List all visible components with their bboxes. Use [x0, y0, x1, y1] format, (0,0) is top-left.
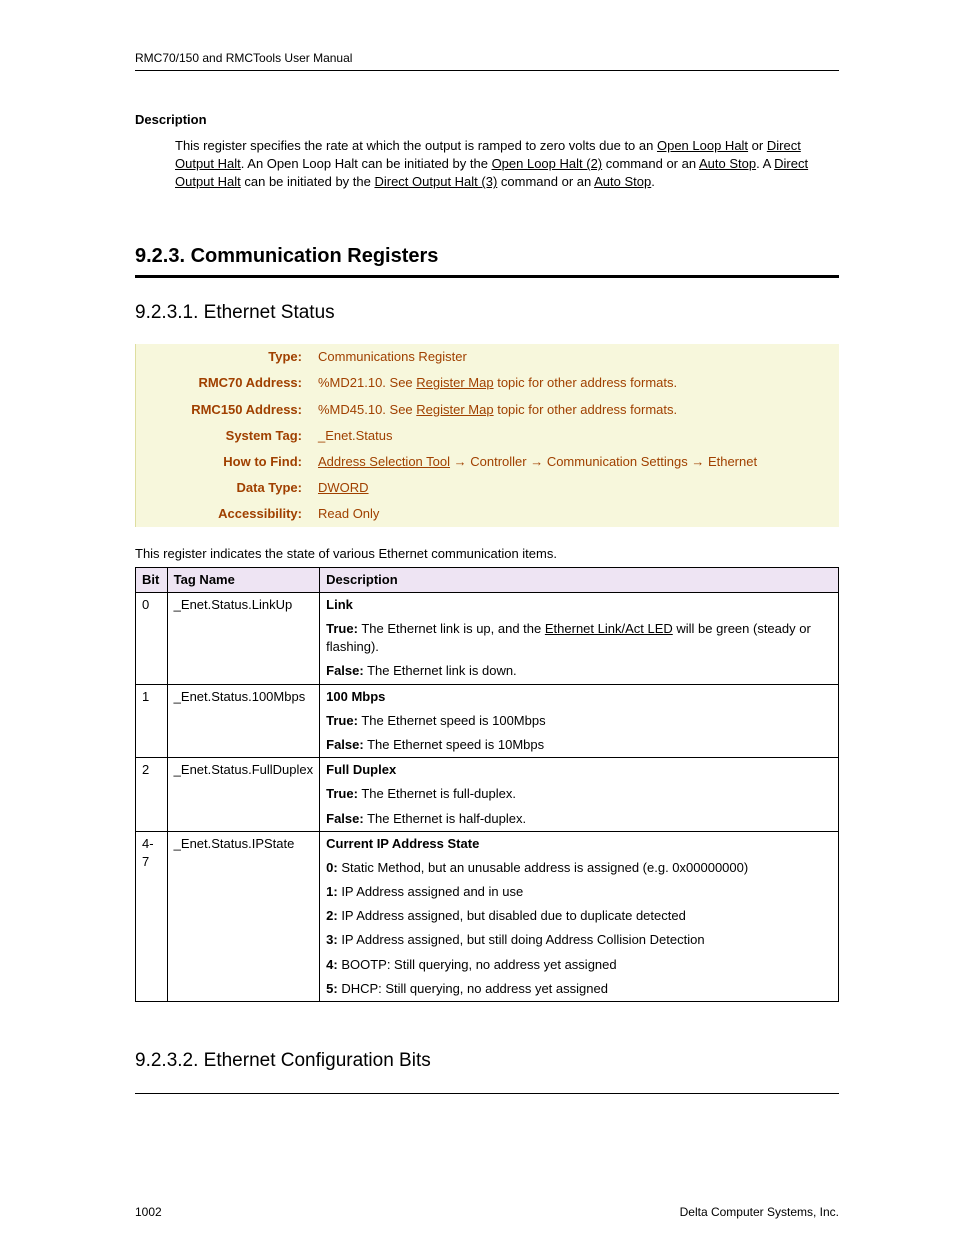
text: command or an — [497, 174, 594, 189]
text: The Ethernet link is down. — [364, 663, 517, 678]
system-tag-label: System Tag: — [136, 423, 313, 449]
text: IP Address assigned, but disabled due to… — [338, 908, 686, 923]
th-bit: Bit — [136, 567, 168, 592]
subsection-heading-2: 9.2.3.2. Ethernet Configuration Bits — [135, 1048, 839, 1075]
true-label: True: — [326, 621, 358, 636]
rmc150-address-label: RMC150 Address: — [136, 397, 313, 423]
text: or — [748, 138, 767, 153]
footer-rule — [135, 1093, 839, 1094]
type-label: Type: — [136, 344, 313, 370]
ethernet-led-link[interactable]: Ethernet Link/Act LED — [545, 621, 673, 636]
dword-link[interactable]: DWORD — [318, 480, 369, 495]
bit-cell: 4-7 — [136, 831, 168, 1001]
text: The Ethernet link is up, and the — [358, 621, 545, 636]
rmc70-address-label: RMC70 Address: — [136, 370, 313, 396]
text: . A — [756, 156, 774, 171]
description-heading: Description — [135, 111, 839, 129]
true-label: True: — [326, 713, 358, 728]
text: %MD21.10. See — [318, 375, 416, 390]
bit-cell: 1 — [136, 684, 168, 758]
table-row: 4-7 _Enet.Status.IPState Current IP Addr… — [136, 831, 839, 1001]
tag-cell: _Enet.Status.IPState — [167, 831, 319, 1001]
text: The Ethernet speed is 10Mbps — [364, 737, 544, 752]
bit-table: Bit Tag Name Description 0 _Enet.Status.… — [135, 567, 839, 1002]
subsection-heading-1: 9.2.3.1. Ethernet Status — [135, 300, 839, 327]
th-tag: Tag Name — [167, 567, 319, 592]
text: BOOTP: Still querying, no address yet as… — [338, 957, 617, 972]
row-title: Full Duplex — [326, 762, 396, 777]
how-to-find-value: Address Selection Tool → Controller → Co… — [312, 449, 839, 475]
desc-cell: Full Duplex True: The Ethernet is full-d… — [320, 758, 839, 832]
table-row: 0 _Enet.Status.LinkUp Link True: The Eth… — [136, 592, 839, 684]
register-map-link[interactable]: Register Map — [416, 375, 493, 390]
state-5-label: 5: — [326, 981, 338, 996]
header-rule — [135, 70, 839, 71]
register-map-link-2[interactable]: Register Map — [416, 402, 493, 417]
direct-output-halt-3-link[interactable]: Direct Output Halt (3) — [374, 174, 497, 189]
text: . An Open Loop Halt can be initiated by … — [241, 156, 492, 171]
address-selection-tool-link[interactable]: Address Selection Tool — [318, 454, 450, 469]
text: → Controller → Communication Settings → … — [450, 454, 757, 469]
row-title: Current IP Address State — [326, 836, 479, 851]
section-rule — [135, 275, 839, 278]
row-title: 100 Mbps — [326, 689, 385, 704]
state-3-label: 3: — [326, 932, 338, 947]
state-4-label: 4: — [326, 957, 338, 972]
auto-stop-link[interactable]: Auto Stop — [699, 156, 756, 171]
open-loop-halt-2-link[interactable]: Open Loop Halt (2) — [492, 156, 603, 171]
page-header: RMC70/150 and RMCTools User Manual — [135, 50, 839, 67]
text: topic for other address formats. — [494, 402, 678, 417]
text: %MD45.10. See — [318, 402, 416, 417]
accessibility-value: Read Only — [312, 501, 839, 527]
data-type-label: Data Type: — [136, 475, 313, 501]
row-title: Link — [326, 597, 353, 612]
false-label: False: — [326, 811, 364, 826]
desc-cell: Current IP Address State 0: Static Metho… — [320, 831, 839, 1001]
text: The Ethernet is half-duplex. — [364, 811, 526, 826]
text: can be initiated by the — [241, 174, 375, 189]
text: The Ethernet is full-duplex. — [358, 786, 516, 801]
th-desc: Description — [320, 567, 839, 592]
text: This register specifies the rate at whic… — [175, 138, 657, 153]
tag-cell: _Enet.Status.100Mbps — [167, 684, 319, 758]
rmc150-address-value: %MD45.10. See Register Map topic for oth… — [312, 397, 839, 423]
false-label: False: — [326, 663, 364, 678]
true-label: True: — [326, 786, 358, 801]
page-number: 1002 — [135, 1204, 162, 1221]
page-footer: 1002 Delta Computer Systems, Inc. — [135, 1204, 839, 1221]
bit-cell: 2 — [136, 758, 168, 832]
text: DHCP: Still querying, no address yet ass… — [338, 981, 608, 996]
text: Static Method, but an unusable address i… — [338, 860, 749, 875]
type-value: Communications Register — [312, 344, 839, 370]
section-heading: 9.2.3. Communication Registers — [135, 242, 839, 272]
text: IP Address assigned and in use — [338, 884, 524, 899]
data-type-value: DWORD — [312, 475, 839, 501]
text: command or an — [602, 156, 699, 171]
text: IP Address assigned, but still doing Add… — [338, 932, 705, 947]
description-body: This register specifies the rate at whic… — [175, 137, 839, 192]
tag-cell: _Enet.Status.LinkUp — [167, 592, 319, 684]
desc-cell: 100 Mbps True: The Ethernet speed is 100… — [320, 684, 839, 758]
open-loop-halt-link[interactable]: Open Loop Halt — [657, 138, 748, 153]
info-table: Type: Communications Register RMC70 Addr… — [135, 344, 839, 527]
desc-cell: Link True: The Ethernet link is up, and … — [320, 592, 839, 684]
rmc70-address-value: %MD21.10. See Register Map topic for oth… — [312, 370, 839, 396]
how-to-find-label: How to Find: — [136, 449, 313, 475]
auto-stop-link-2[interactable]: Auto Stop — [594, 174, 651, 189]
state-0-label: 0: — [326, 860, 338, 875]
text: . — [651, 174, 655, 189]
false-label: False: — [326, 737, 364, 752]
system-tag-value: _Enet.Status — [312, 423, 839, 449]
text: The Ethernet speed is 100Mbps — [358, 713, 546, 728]
table-row: 2 _Enet.Status.FullDuplex Full Duplex Tr… — [136, 758, 839, 832]
table-row: 1 _Enet.Status.100Mbps 100 Mbps True: Th… — [136, 684, 839, 758]
text: topic for other address formats. — [494, 375, 678, 390]
table-intro: This register indicates the state of var… — [135, 545, 839, 563]
accessibility-label: Accessibility: — [136, 501, 313, 527]
state-1-label: 1: — [326, 884, 338, 899]
state-2-label: 2: — [326, 908, 338, 923]
bit-cell: 0 — [136, 592, 168, 684]
company-name: Delta Computer Systems, Inc. — [680, 1204, 839, 1221]
tag-cell: _Enet.Status.FullDuplex — [167, 758, 319, 832]
